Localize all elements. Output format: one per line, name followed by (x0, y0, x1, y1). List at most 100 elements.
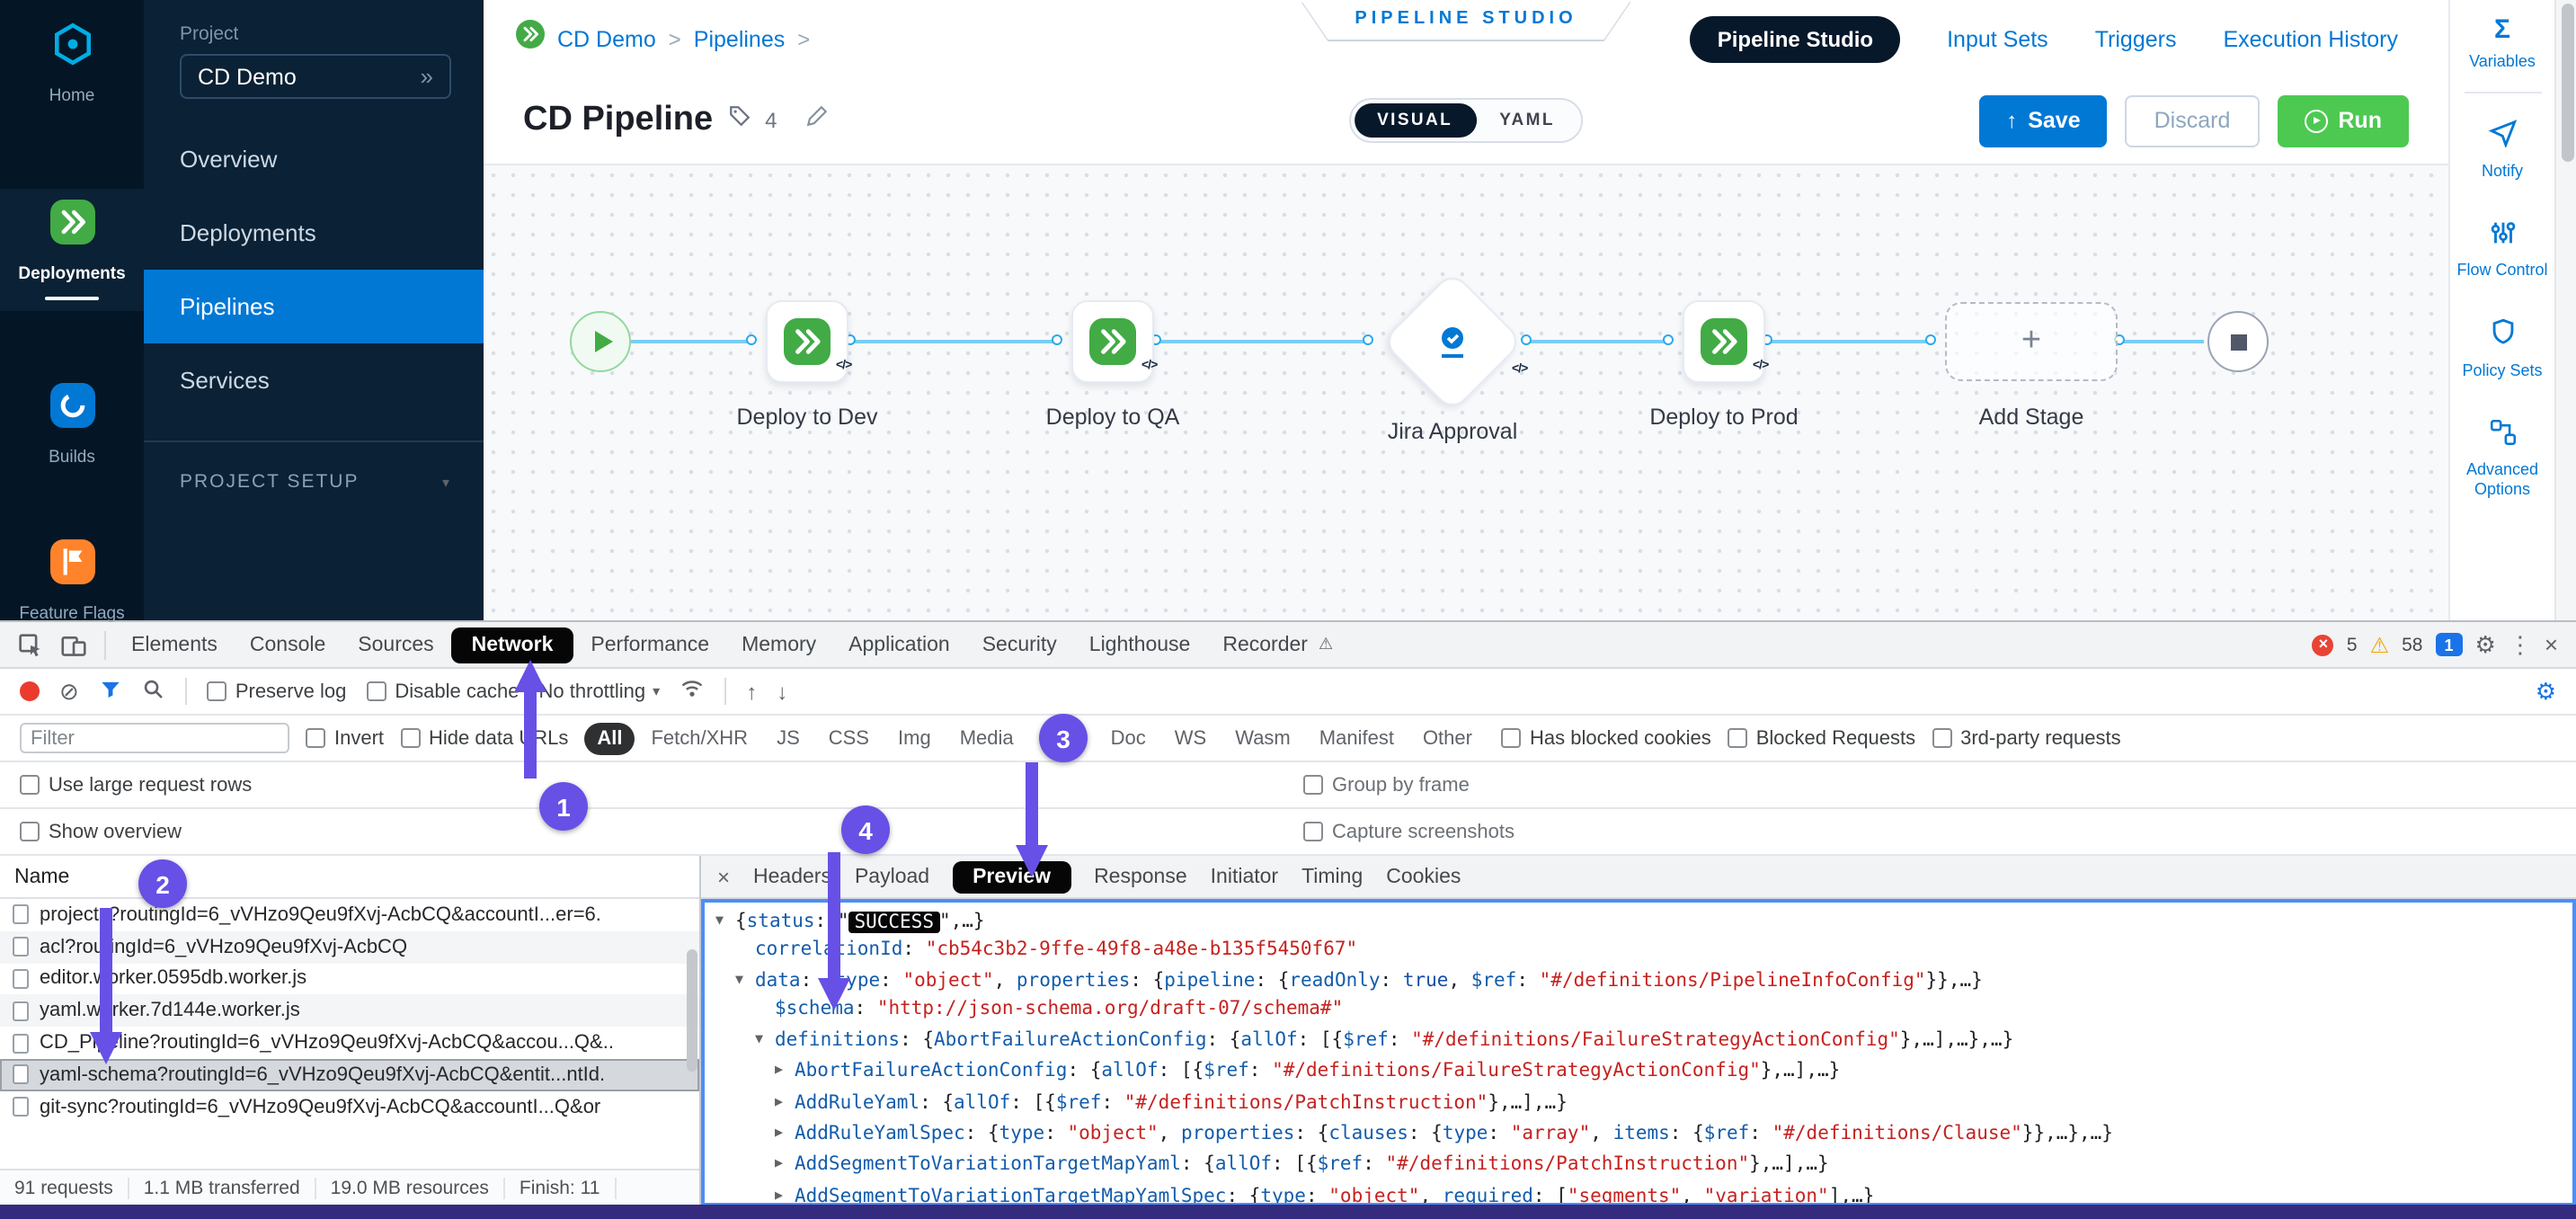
tab-input-sets[interactable]: Input Sets (1947, 26, 2048, 51)
json-line[interactable]: ▼{status: "SUCCESS",…} (705, 906, 2572, 938)
page-scrollbar[interactable] (2554, 0, 2576, 620)
detail-tab-initiator[interactable]: Initiator (1211, 866, 1278, 887)
invert-checkbox[interactable]: Invert (306, 727, 384, 749)
hide-data-urls-checkbox[interactable]: Hide data URLs (400, 727, 568, 749)
breadcrumb-project-link[interactable]: CD Demo (557, 26, 656, 51)
filter-funnel-icon[interactable] (99, 677, 122, 706)
request-row[interactable]: CD_Pipeline?routingId=6_vVHzo9Qeu9fXvj-A… (0, 1027, 699, 1059)
json-line[interactable]: ▶AddRuleYamlSpec: {type: "object", prope… (705, 1118, 2572, 1150)
request-row[interactable]: editor.worker.0595db.worker.js (0, 963, 699, 995)
pipeline-start-node[interactable] (570, 311, 631, 372)
breadcrumb-pipelines-link[interactable]: Pipelines (694, 26, 785, 51)
project-setup-toggle[interactable]: PROJECT SETUP ▾ (144, 442, 484, 493)
preserve-log-checkbox[interactable]: Preserve log (207, 681, 347, 702)
checkbox[interactable] (306, 728, 325, 748)
detail-close-icon[interactable]: × (717, 866, 730, 887)
devtools-tab-application[interactable]: Application (834, 628, 964, 661)
overflow-menu-icon[interactable]: ⋮ (2509, 633, 2532, 656)
warnings-icon[interactable]: ⚠ (2370, 634, 2390, 655)
filter-type-font[interactable]: Font (1030, 722, 1095, 754)
network-conditions-icon[interactable] (680, 676, 705, 707)
rail-item-deployments[interactable]: Deployments (0, 189, 144, 311)
network-settings-gear-icon[interactable]: ⚙ (2536, 680, 2556, 703)
filter-type-wasm[interactable]: Wasm (1222, 722, 1303, 754)
checkbox[interactable] (400, 728, 420, 748)
filter-type-other[interactable]: Other (1410, 722, 1485, 754)
toggle-visual[interactable]: VISUAL (1354, 103, 1476, 138)
tab-execution-history[interactable]: Execution History (2223, 26, 2398, 51)
devtools-close-icon[interactable]: × (2545, 633, 2558, 656)
save-button[interactable]: ↑ Save (1979, 94, 2107, 147)
record-button[interactable] (20, 681, 40, 701)
filter-type-js[interactable]: JS (764, 722, 813, 754)
request-row[interactable]: git-sync?routingId=6_vVHzo9Qeu9fXvj-AcbC… (0, 1091, 699, 1124)
devtools-tab-security[interactable]: Security (968, 628, 1071, 661)
project-selector[interactable]: CD Demo » (180, 54, 451, 99)
filter-type-ws[interactable]: WS (1162, 722, 1219, 754)
json-line[interactable]: ▶AddSegmentToVariationTargetMapYamlSpec:… (705, 1180, 2572, 1206)
filter-type-media[interactable]: Media (947, 722, 1026, 754)
sidebar-item-deployments[interactable]: Deployments (144, 196, 484, 270)
filter-type-doc[interactable]: Doc (1098, 722, 1159, 754)
tool-advanced-options[interactable]: Advanced Options (2452, 417, 2553, 502)
detail-tab-timing[interactable]: Timing (1301, 866, 1363, 887)
filter-type-manifest[interactable]: Manifest (1307, 722, 1407, 754)
has-blocked-cookies-checkbox[interactable]: Has blocked cookies (1501, 727, 1711, 749)
third-party-requests-checkbox[interactable]: 3rd-party requests (1932, 727, 2121, 749)
pipeline-end-node[interactable] (2207, 311, 2269, 372)
detail-tab-payload[interactable]: Payload (855, 866, 929, 887)
show-overview-checkbox[interactable]: Show overview (20, 821, 182, 842)
json-line[interactable]: $schema: "http://json-schema.org/draft-0… (705, 997, 2572, 1026)
blocked-requests-checkbox[interactable]: Blocked Requests (1728, 727, 1915, 749)
throttling-select[interactable]: No throttling▾ (539, 681, 661, 702)
checkbox[interactable] (1932, 728, 1951, 748)
detail-tab-headers[interactable]: Headers (753, 866, 831, 887)
devtools-tab-memory[interactable]: Memory (727, 628, 831, 661)
request-row[interactable]: yaml.worker.7d144e.worker.js (0, 995, 699, 1028)
tool-variables[interactable]: Σ Variables (2452, 14, 2553, 73)
rail-item-home[interactable]: Home (0, 11, 144, 117)
edit-pencil-icon[interactable] (806, 104, 830, 137)
name-column-header[interactable]: Name (0, 856, 699, 899)
tool-policy-sets[interactable]: Policy Sets (2452, 317, 2553, 381)
discard-button[interactable]: Discard (2126, 94, 2260, 147)
scrollbar-thumb[interactable] (2561, 4, 2573, 162)
tab-pipeline-studio[interactable]: Pipeline Studio (1691, 15, 1900, 62)
filter-type-xhr[interactable]: Fetch/XHR (638, 722, 760, 754)
filter-type-all[interactable]: All (584, 722, 635, 754)
json-line[interactable]: ▶AddSegmentToVariationTargetMapYaml: {al… (705, 1150, 2572, 1181)
errors-icon[interactable]: × (2313, 634, 2334, 655)
detail-tab-response[interactable]: Response (1094, 866, 1187, 887)
tool-flow-control[interactable]: Flow Control (2452, 218, 2553, 281)
devtools-settings-icon[interactable]: ⚙ (2475, 633, 2496, 656)
toggle-yaml[interactable]: YAML (1476, 103, 1578, 138)
checkbox[interactable] (1303, 775, 1323, 795)
export-har-icon[interactable]: ↓ (777, 681, 787, 702)
devtools-tab-console[interactable]: Console (235, 628, 340, 661)
devtools-tab-network[interactable]: Network (452, 627, 573, 663)
run-button[interactable]: Run (2277, 94, 2409, 147)
devtools-tab-performance[interactable]: Performance (576, 628, 724, 661)
request-row[interactable]: projects?routingId=6_vVHzo9Qeu9fXvj-AcbC… (0, 899, 699, 931)
json-line[interactable]: correlationId: "cb54c3b2-9ffe-49f8-a48e-… (705, 938, 2572, 966)
checkbox[interactable] (207, 681, 227, 701)
checkbox[interactable] (1303, 822, 1323, 841)
stage-jira-approval[interactable] (1381, 271, 1523, 413)
checkbox[interactable] (1501, 728, 1521, 748)
request-row[interactable]: acl?routingId=6_vVHzo9Qeu9fXvj-AcbCQ (0, 931, 699, 964)
issues-badge[interactable]: 1 (2436, 633, 2463, 656)
devtools-tab-sources[interactable]: Sources (343, 628, 448, 661)
checkbox[interactable] (1728, 728, 1747, 748)
filter-type-css[interactable]: CSS (816, 722, 882, 754)
json-line[interactable]: ▶AbortFailureActionConfig: {allOf: [{$re… (705, 1056, 2572, 1088)
json-line[interactable]: ▼data: {type: "object", properties: {pip… (705, 965, 2572, 997)
detail-tab-preview[interactable]: Preview (953, 860, 1070, 893)
import-har-icon[interactable]: ↑ (746, 681, 757, 702)
disable-cache-checkbox[interactable]: Disable cache (366, 681, 519, 702)
tool-notify[interactable]: Notify (2452, 118, 2553, 182)
rail-item-feature-flags[interactable]: Feature Flags (0, 529, 144, 635)
request-row-selected[interactable]: yaml-schema?routingId=6_vVHzo9Qeu9fXvj-A… (0, 1059, 699, 1091)
devtools-tab-lighthouse[interactable]: Lighthouse (1075, 628, 1205, 661)
sidebar-item-overview[interactable]: Overview (144, 122, 484, 196)
sidebar-item-pipelines[interactable]: Pipelines (144, 270, 484, 343)
